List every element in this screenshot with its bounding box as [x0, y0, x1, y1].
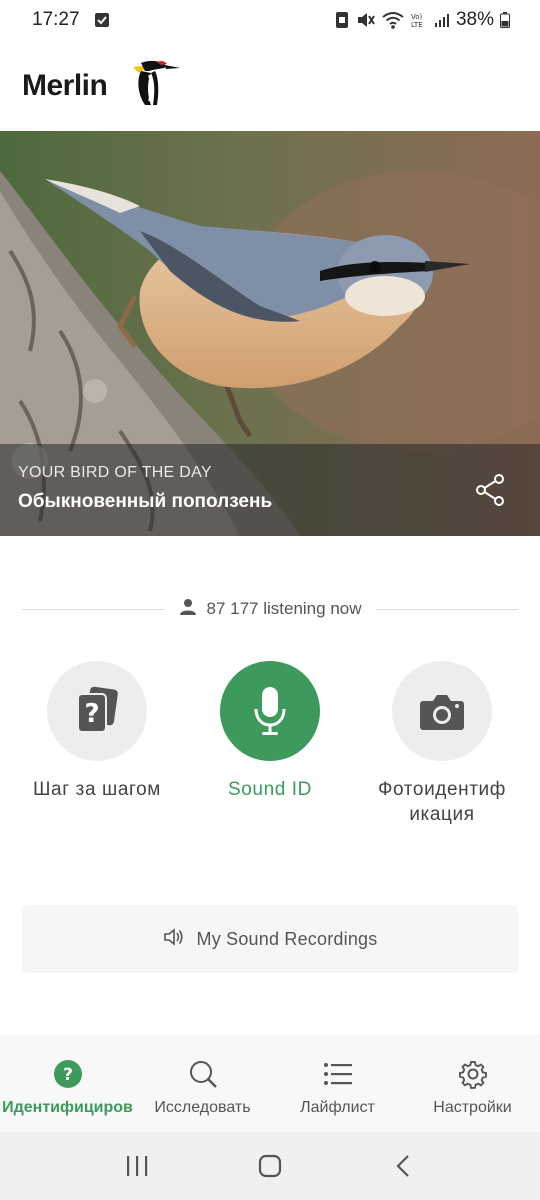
nav-identify[interactable]: ? Идентифициров	[0, 1034, 135, 1132]
back-button[interactable]	[373, 1136, 433, 1196]
microphone-icon	[254, 687, 286, 735]
identify-actions: ? Шаг за шагом Sound ID Фотоидентиф икац…	[0, 661, 540, 841]
photo-id-label: Фотоидентиф икация	[378, 779, 506, 825]
svg-text:LTE: LTE	[411, 21, 423, 29]
mute-icon	[356, 11, 376, 29]
bird-of-day-kicker: YOUR BIRD OF THE DAY	[18, 464, 212, 481]
woodpecker-logo-icon	[111, 59, 181, 114]
nfc-icon	[334, 11, 350, 29]
nav-settings-label: Настройки	[433, 1099, 512, 1116]
recent-apps-button[interactable]	[107, 1136, 167, 1196]
nav-settings[interactable]: Настройки	[405, 1034, 540, 1132]
recent-apps-icon	[126, 1156, 147, 1176]
listening-count: 87 177 listening now	[206, 599, 362, 618]
svg-text:?: ?	[63, 1065, 73, 1085]
signal-icon	[434, 12, 450, 28]
svg-text:Vo): Vo)	[411, 13, 423, 21]
sound-id-button[interactable]: Sound ID	[185, 661, 355, 802]
sound-id-circle[interactable]	[220, 661, 320, 761]
camera-icon	[420, 695, 464, 730]
hero-caption: YOUR BIRD OF THE DAY Обыкновенный пополз…	[0, 444, 540, 536]
battery-icon	[500, 12, 510, 28]
share-icon	[476, 474, 504, 506]
my-sound-recordings-label: My Sound Recordings	[196, 928, 378, 949]
battery-percent: 38%	[455, 9, 494, 30]
nav-explore[interactable]: Исследовать	[135, 1034, 270, 1132]
nav-lifelist[interactable]: Лайфлист	[270, 1034, 405, 1132]
home-icon	[258, 1154, 282, 1178]
nav-identify-label: Идентифициров	[2, 1099, 133, 1116]
question-cards-icon: ?	[77, 686, 118, 733]
step-by-step-label: Шаг за шагом	[33, 779, 161, 800]
divider-left	[22, 608, 165, 610]
status-time: 17:27	[32, 9, 80, 30]
back-chevron-icon	[396, 1155, 410, 1177]
step-by-step-circle[interactable]: ?	[47, 661, 147, 761]
nav-explore-label: Исследовать	[154, 1099, 251, 1116]
bottom-navigation: ? Идентифициров Исследовать Лайфлист Нас…	[0, 1034, 540, 1132]
gear-icon	[458, 1060, 487, 1089]
wifi-icon	[382, 11, 404, 29]
step-by-step-button[interactable]: ? Шаг за шагом	[12, 661, 182, 802]
nav-lifelist-label: Лайфлист	[300, 1099, 375, 1116]
listening-now-row: 87 177 listening now	[22, 596, 519, 622]
checkbox-notification-icon	[94, 12, 110, 28]
home-button[interactable]	[240, 1136, 300, 1196]
photo-id-button[interactable]: Фотоидентиф икация	[357, 661, 527, 827]
person-icon	[179, 598, 197, 621]
svg-text:?: ?	[84, 699, 99, 729]
bird-of-day-name: Обыкновенный поползень	[18, 491, 273, 512]
system-navigation-bar	[0, 1132, 540, 1200]
bird-of-the-day-card[interactable]: YOUR BIRD OF THE DAY Обыкновенный пополз…	[0, 131, 540, 536]
divider-right	[375, 608, 519, 610]
photo-id-circle[interactable]	[392, 661, 492, 761]
sound-id-label: Sound ID	[227, 779, 313, 800]
search-icon	[189, 1061, 217, 1088]
list-icon	[323, 1063, 352, 1085]
app-header: Merlin	[0, 40, 540, 132]
share-button[interactable]	[474, 474, 506, 506]
app-name: Merlin	[22, 69, 108, 102]
question-circle-icon: ?	[53, 1060, 82, 1088]
status-bar: 17:27 Vo) LTE 38%	[0, 0, 540, 40]
volte-icon: Vo) LTE	[410, 11, 428, 29]
merlin-logo: Merlin	[22, 59, 181, 114]
speaker-icon	[163, 927, 185, 952]
my-sound-recordings-button[interactable]: My Sound Recordings	[22, 905, 518, 973]
